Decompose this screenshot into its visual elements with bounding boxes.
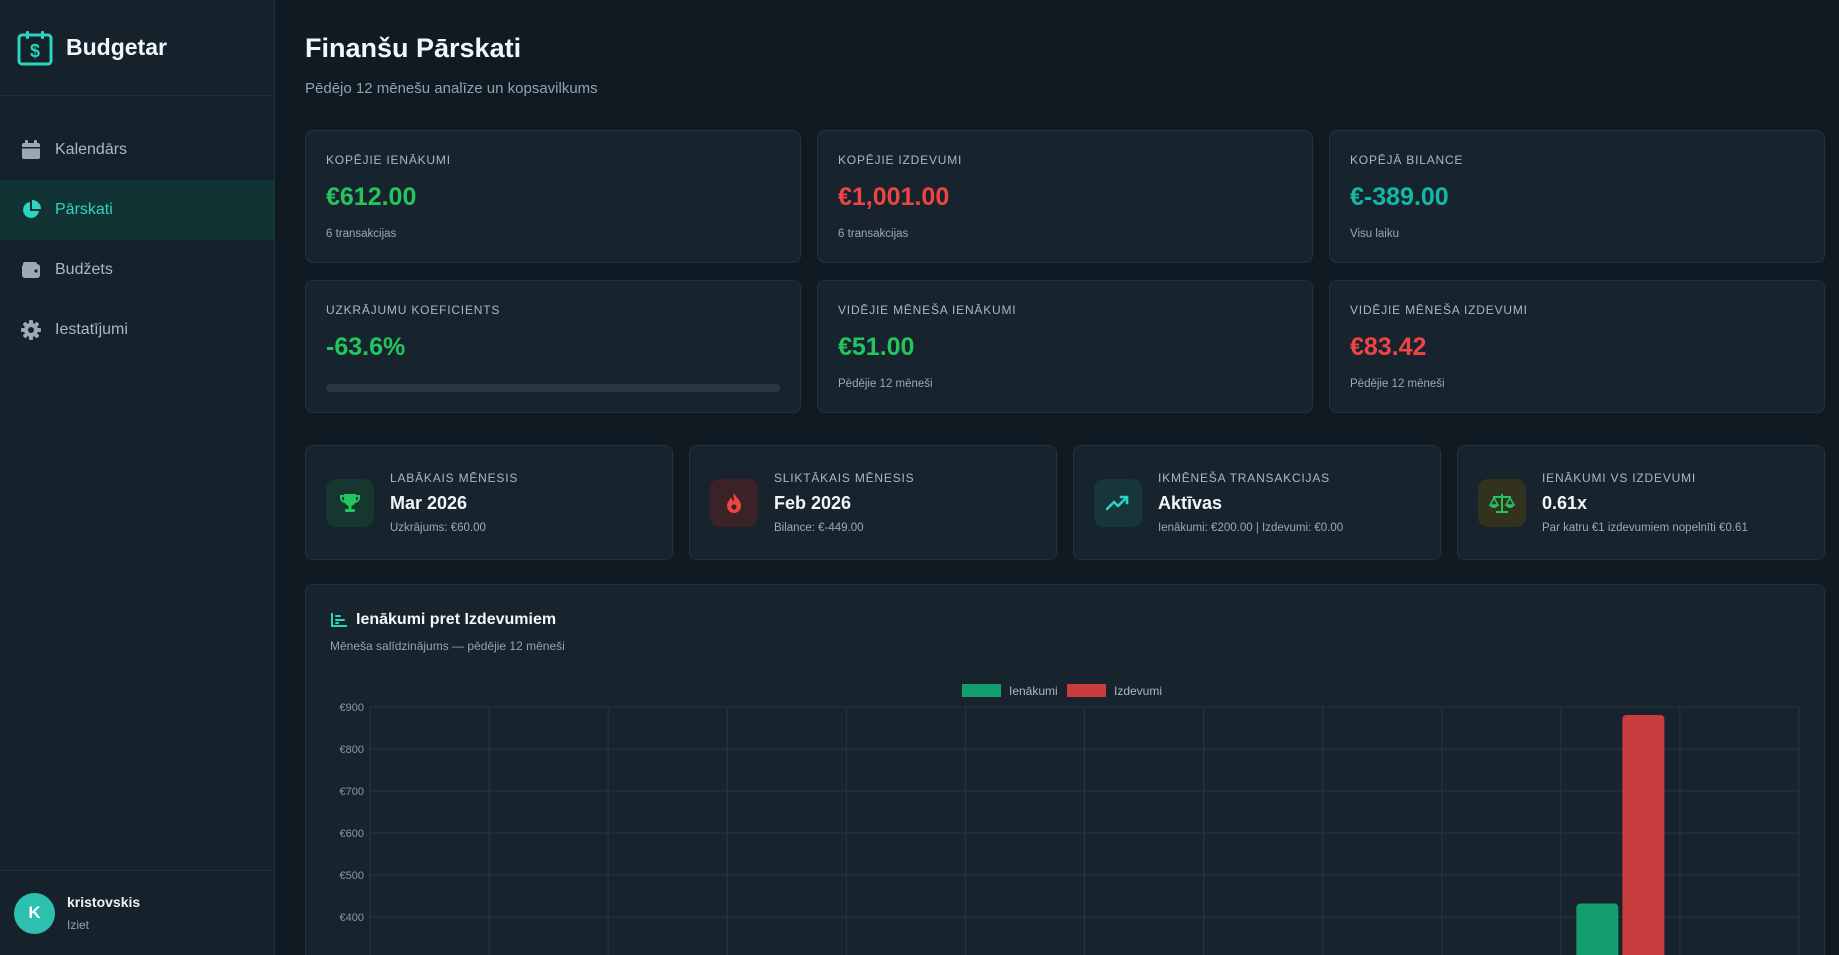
income-expenses-chart: Ienākumi Izdevumi €400 €500 €600 €700 €800 €900	[340, 684, 1800, 955]
y-tick-label: €800	[340, 744, 364, 756]
gear-icon	[20, 319, 42, 341]
legend-swatch	[962, 684, 1001, 697]
user-panel: K kristovskis Iziet	[0, 870, 275, 955]
sidebar-item-label: Budžets	[55, 261, 113, 278]
brand[interactable]: $ Budgetar	[0, 0, 274, 96]
y-tick-label: €700	[340, 786, 364, 798]
sidebar-item-label: Iestatījumi	[55, 321, 128, 338]
user-name: kristovskis	[67, 894, 141, 910]
sidebar: $ Budgetar Kalendārs Pārskati Budžets Ie…	[0, 0, 275, 955]
y-tick-label: €400	[340, 912, 364, 924]
legend-swatch	[1067, 684, 1106, 697]
y-tick-label: €500	[340, 870, 364, 882]
legend-label: Izdevumi	[1114, 684, 1162, 698]
avatar[interactable]: K	[14, 892, 55, 934]
wallet-icon	[20, 259, 42, 281]
logout-link[interactable]: Iziet	[67, 918, 140, 932]
sidebar-item-reports[interactable]: Pārskati	[0, 180, 274, 240]
sidebar-item-label: Pārskati	[55, 201, 113, 218]
income-bar	[1576, 903, 1619, 955]
svg-text:$: $	[30, 41, 40, 61]
sidebar-nav: Kalendārs Pārskati Budžets Iestatījumi	[0, 120, 274, 360]
calendar-dollar-icon: $	[17, 30, 53, 65]
sidebar-item-budget[interactable]: Budžets	[0, 240, 274, 300]
calendar-icon	[20, 139, 42, 161]
legend-label: Ienākumi	[1009, 684, 1058, 698]
sidebar-item-settings[interactable]: Iestatījumi	[0, 300, 274, 360]
pie-chart-icon	[20, 199, 42, 221]
y-tick-label: €900	[340, 702, 364, 714]
app-name: Budgetar	[66, 34, 167, 60]
sidebar-item-calendar[interactable]: Kalendārs	[0, 120, 274, 180]
expense-bar	[1622, 714, 1665, 955]
sidebar-item-label: Kalendārs	[55, 141, 128, 158]
y-tick-label: €600	[340, 828, 364, 840]
